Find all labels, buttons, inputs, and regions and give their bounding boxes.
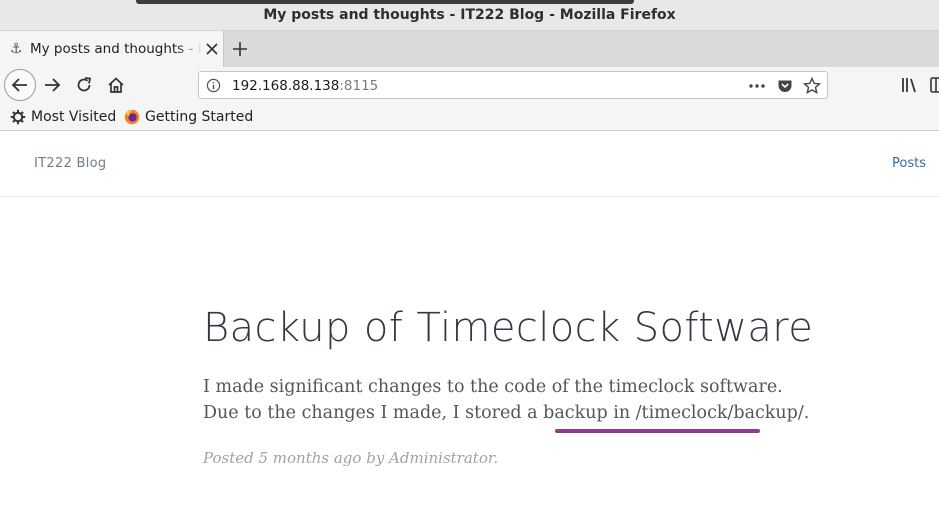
annotation-underline bbox=[555, 429, 760, 433]
sidebar-icon[interactable] bbox=[930, 76, 939, 94]
tab-label: My posts and thoughts - IT222 Blog bbox=[30, 41, 202, 57]
more-horizontal-icon[interactable] bbox=[748, 79, 766, 93]
navigation-toolbar: 192.168.88.138:8115 bbox=[0, 67, 939, 103]
url-port: :8115 bbox=[339, 78, 379, 94]
home-icon bbox=[108, 77, 124, 93]
site-header: IT222 Blog Posts bbox=[0, 131, 939, 197]
firefox-icon bbox=[124, 109, 140, 125]
window-titlebar: My posts and thoughts - IT222 Blog - Moz… bbox=[0, 0, 939, 31]
bookmark-label: Most Visited bbox=[31, 109, 117, 125]
tab-bar: ⚓ My posts and thoughts - IT222 Blog bbox=[0, 31, 939, 67]
home-button[interactable] bbox=[102, 71, 130, 99]
post-meta: Posted 5 months ago by Administrator. bbox=[203, 449, 499, 467]
star-icon[interactable] bbox=[803, 77, 821, 95]
info-icon[interactable] bbox=[206, 78, 221, 93]
reload-icon bbox=[77, 77, 92, 92]
window-drag-strip[interactable] bbox=[136, 0, 634, 4]
reload-button[interactable] bbox=[70, 71, 98, 99]
plus-icon bbox=[233, 42, 247, 56]
arrow-right-icon bbox=[45, 78, 61, 92]
close-icon bbox=[206, 43, 218, 55]
new-tab-button[interactable] bbox=[230, 39, 250, 59]
library-icon[interactable] bbox=[900, 76, 920, 94]
pocket-icon[interactable] bbox=[777, 78, 793, 94]
url-bar[interactable]: 192.168.88.138:8115 bbox=[198, 71, 828, 99]
nav-link-posts[interactable]: Posts bbox=[892, 156, 926, 171]
tab-active[interactable]: ⚓ My posts and thoughts - IT222 Blog bbox=[0, 31, 224, 67]
url-text[interactable]: 192.168.88.138:8115 bbox=[232, 78, 378, 94]
back-button[interactable] bbox=[4, 69, 36, 101]
url-host: 192.168.88.138 bbox=[232, 78, 340, 94]
post-body: I made significant changes to the code o… bbox=[203, 377, 810, 423]
arrow-left-icon bbox=[11, 78, 27, 92]
anchor-icon: ⚓ bbox=[9, 41, 23, 57]
window-title: My posts and thoughts - IT222 Blog - Moz… bbox=[263, 7, 676, 23]
bookmark-getting-started[interactable]: Getting Started bbox=[124, 108, 253, 126]
bookmarks-toolbar: Most Visited Getting Started bbox=[0, 103, 939, 131]
close-tab-button[interactable] bbox=[204, 41, 220, 57]
post-title: Backup of Timeclock Software bbox=[203, 305, 814, 351]
forward-button[interactable] bbox=[38, 71, 66, 99]
bookmark-label: Getting Started bbox=[145, 109, 254, 125]
bookmark-most-visited[interactable]: Most Visited bbox=[10, 108, 116, 126]
site-brand-link[interactable]: IT222 Blog bbox=[34, 156, 106, 171]
gear-icon bbox=[10, 109, 26, 125]
